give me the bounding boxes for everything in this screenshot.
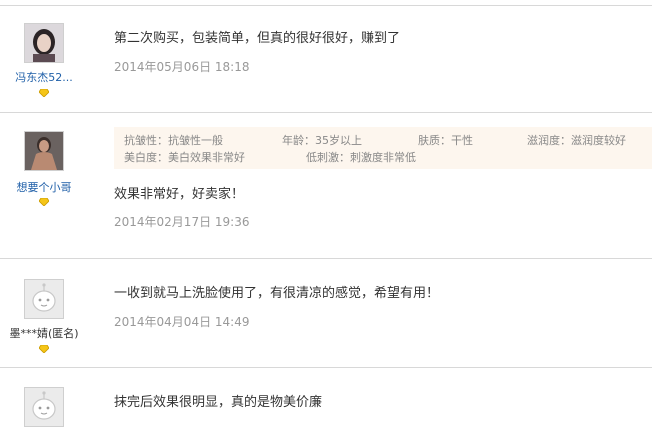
- attr-moisture: 滋润度：滋润度较好: [527, 134, 626, 147]
- review-date: 2014年02月17日 19:36: [114, 215, 250, 229]
- attr-wrinkle: 抗皱性：抗皱性一般: [124, 134, 223, 147]
- review-content: 一收到就马上洗脸使用了，有很清凉的感觉，希望有用！: [114, 286, 440, 301]
- review-date: 2014年04月04日 14:49: [114, 315, 250, 329]
- attr-skin-type: 肤质：干性: [418, 134, 473, 147]
- review-date: 2014年05月06日 18:18: [114, 60, 250, 74]
- review-item: 墨***婧(匿名) 一收到就马上洗脸使用了，有很清凉的感觉，希望有用！ 2014…: [0, 259, 652, 368]
- user-avatar[interactable]: [24, 131, 64, 171]
- attr-irritation: 低刺激：刺激度非常低: [306, 151, 416, 164]
- review-item: 冯东杰52... 第二次购买，包装简单，但真的很好很好，赚到了 2014年05月…: [0, 6, 652, 113]
- review-content: 抹完后效果很明显，真的是物美价廉: [114, 395, 323, 410]
- username-label: 墨***婧(匿名): [9, 327, 79, 340]
- review-content: 效果非常好，好卖家！: [114, 187, 245, 202]
- default-avatar-face-icon[interactable]: [24, 387, 64, 427]
- review-content: 第二次购买，包装简单，但真的很好很好，赚到了: [114, 31, 401, 46]
- product-attributes: 抗皱性：抗皱性一般 年龄：35岁以上 肤质：干性 滋润度：滋润度较好 美白度：美…: [114, 127, 652, 169]
- diamond-rank-icon: [39, 89, 49, 97]
- diamond-rank-icon: [39, 345, 49, 353]
- review-item: 抹完后效果很明显，真的是物美价廉: [0, 368, 652, 448]
- attr-age: 年龄：35岁以上: [282, 134, 362, 147]
- default-avatar-face-icon[interactable]: [24, 279, 64, 319]
- diamond-rank-icon: [39, 198, 49, 206]
- username-link[interactable]: 冯东杰52...: [0, 69, 88, 85]
- username-link[interactable]: 想要个小哥: [0, 179, 88, 195]
- user-avatar[interactable]: [24, 23, 64, 63]
- attr-whitening: 美白度：美白效果非常好: [124, 151, 245, 164]
